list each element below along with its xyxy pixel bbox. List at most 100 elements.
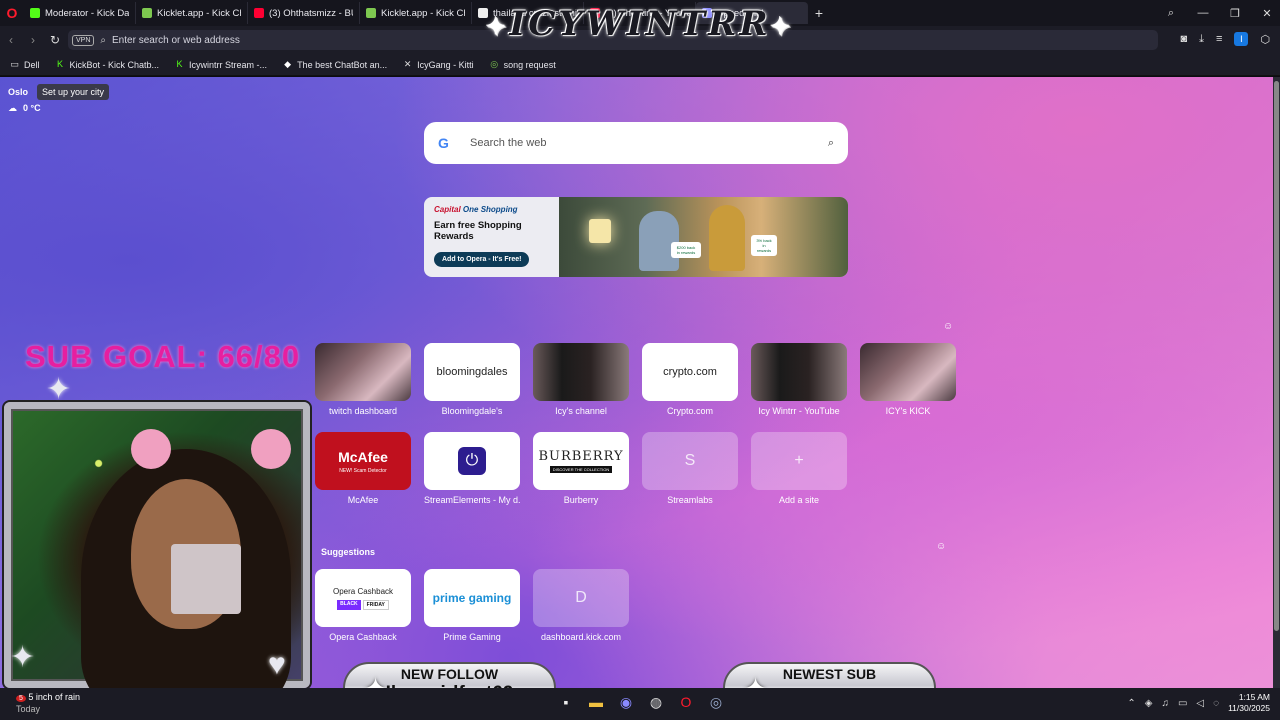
tile-thumbnail: D (533, 569, 629, 627)
tab-1[interactable]: Kicklet.app - Kick Chat (136, 2, 248, 24)
speed-dial-tile[interactable]: Ddashboard.kick.com (533, 569, 629, 642)
speed-dial-tile[interactable]: twitch dashboard (315, 343, 411, 416)
tile-label: McAfee (347, 495, 379, 505)
stream-overlay-title: ✦ICYWINTRR✦ (470, 4, 810, 54)
tab-2[interactable]: (3) Ohthatsmizz - BU (248, 2, 360, 24)
easy-setup-icon[interactable]: ≡ (1216, 33, 1222, 45)
bookmark-item[interactable]: ◆ The best ChatBot an... (283, 60, 387, 70)
security-icon[interactable]: ◈ (1145, 698, 1153, 709)
speed-dial-tile[interactable]: BURBERRY DISCOVER THE COLLECTION Burberry (533, 432, 629, 505)
tab-favicon-icon (254, 8, 264, 18)
tile-thumbnail (751, 343, 847, 401)
bookmark-item[interactable]: ▭ Dell (10, 60, 39, 70)
minimize-button[interactable]: — (1196, 7, 1210, 19)
promo-image: $200 back in rewards 3% back in rewards (559, 197, 848, 277)
tile-thumbnail: bloomingdales (424, 343, 520, 401)
opera-menu-icon[interactable]: O (0, 0, 24, 26)
profile-avatar[interactable]: I (1234, 32, 1249, 46)
bookmark-label: song request (503, 59, 556, 70)
search-icon[interactable]: ⌕ (828, 137, 834, 150)
close-button[interactable]: ✕ (1260, 7, 1274, 20)
weather-line1: 5 inch of rain (28, 692, 80, 702)
reload-button[interactable]: ↻ (44, 33, 66, 47)
network-icon[interactable]: ◌ (1213, 698, 1219, 709)
discord-icon[interactable]: ◉ (618, 694, 634, 711)
taskbar-weather[interactable]: 5 5 inch of rain Today (16, 692, 80, 715)
web-search-input[interactable] (470, 137, 828, 149)
tile-logo: S (684, 452, 696, 469)
vpn-badge[interactable]: VPN (72, 34, 95, 46)
search-icon: ⌕ (100, 34, 107, 46)
cloud-icon: ☁ (8, 103, 17, 113)
volume-icon[interactable]: ◁ (1196, 698, 1204, 709)
search-tabs-icon[interactable]: ⌕ (1164, 7, 1178, 20)
bookmark-item[interactable]: K Icywintrr Stream -... (175, 59, 268, 70)
file-explorer-icon[interactable]: ▬ (588, 694, 604, 711)
promo-add-button[interactable]: Add to Opera - It's Free! (434, 252, 530, 267)
kick-icon: K (176, 59, 183, 69)
microphone-icon[interactable]: ♫ (1161, 698, 1169, 709)
web-search-box[interactable]: G ⌕ (424, 122, 848, 164)
forward-button[interactable]: › (22, 33, 44, 47)
download-icon[interactable]: ⤓ (1199, 33, 1204, 46)
tile-logo: + (794, 452, 804, 469)
weather-city: Oslo (8, 87, 29, 97)
tile-logo: prime gaming (432, 591, 512, 605)
promo-tag: 3% back in rewards (751, 235, 777, 256)
speed-dial-tile[interactable]: Icy's channel (533, 343, 629, 416)
smile-icon[interactable]: ☺ (943, 321, 953, 332)
maximize-button[interactable]: ❐ (1228, 7, 1242, 20)
tile-logo: BURBERRY (538, 449, 624, 464)
address-input[interactable] (112, 34, 413, 46)
sparkle-icon: ✦ (770, 12, 794, 41)
speed-dial-tile[interactable]: ICY's KICK (860, 343, 956, 416)
obs-icon[interactable]: ◍ (648, 694, 664, 711)
chevron-up-icon[interactable]: ⌃ (1127, 698, 1135, 709)
promo-brand-b: One Shopping (462, 205, 518, 214)
extensions-icon[interactable]: ⬡ (1260, 33, 1270, 46)
opera-icon[interactable]: O (678, 694, 694, 711)
bookmark-item[interactable]: ✕ IcyGang - Kitti (403, 60, 474, 70)
weather-line2: Today (16, 704, 41, 714)
weather-widget[interactable]: Oslo ☁ 0 °C (8, 87, 41, 114)
tab-0[interactable]: Moderator - Kick Dashbo (24, 2, 136, 24)
speed-dial-tile[interactable]: ⏻ StreamElements - My d... (424, 432, 520, 505)
display-icon[interactable]: ▭ (1178, 698, 1187, 709)
speed-dial-tile[interactable]: crypto.com Crypto.com (642, 343, 738, 416)
tab-favicon-icon (142, 8, 152, 18)
speed-dial-tile[interactable]: + Add a site (751, 432, 847, 505)
scrollbar-thumb[interactable] (1274, 81, 1279, 631)
bookmark-item[interactable]: K KickBot - Kick Chatb... (56, 60, 159, 70)
clock-date: 11/30/2025 (1228, 703, 1270, 713)
new-tab-button[interactable]: + (808, 5, 830, 21)
webcam-ear (131, 429, 171, 469)
promo-banner[interactable]: Capital One Shopping Earn free Shopping … (424, 197, 848, 277)
speed-dial-tile[interactable]: bloomingdales Bloomingdale's (424, 343, 520, 416)
heart-icon: ♥ (268, 648, 286, 681)
speed-dial-tile[interactable]: Icy Wintrr - YouTube (751, 343, 847, 416)
setup-city-tooltip[interactable]: Set up your city (37, 84, 110, 100)
tile-label: ICY's KICK (885, 406, 931, 416)
back-button[interactable]: ‹ (0, 33, 22, 47)
bookmark-label: The best ChatBot an... (297, 59, 388, 70)
speed-dial-tile[interactable]: S Streamlabs (642, 432, 738, 505)
tab-3[interactable]: Kicklet.app - Kick Chatbot (360, 2, 472, 24)
smile-icon[interactable]: ☺ (936, 541, 946, 552)
page-scrollbar[interactable] (1273, 77, 1280, 688)
taskbar-clock[interactable]: 1:15 AM 11/30/2025 (1228, 692, 1270, 714)
tile-label: StreamElements - My d... (424, 495, 520, 505)
speed-dial-tile[interactable]: prime gaming Prime Gaming (424, 569, 520, 642)
suggestions-title: Suggestions (321, 547, 376, 557)
tile-label: Bloomingdale's (441, 406, 503, 416)
camera-icon[interactable]: ◙ (1180, 33, 1187, 45)
steam-icon[interactable]: ◎ (708, 694, 724, 711)
speed-dial-tile[interactable]: Opera Cashback BLACK FRIDAY Opera Cashback (315, 569, 411, 642)
tile-thumbnail: crypto.com (642, 343, 738, 401)
start-icon[interactable]: ▪ (558, 694, 574, 711)
tile-label: dashboard.kick.com (540, 632, 622, 642)
bookmark-item[interactable]: ◎ song request (490, 59, 556, 70)
tile-thumbnail: + (751, 432, 847, 490)
taskbar-apps: ▪ ▬ ◉ ◍ O ◎ (558, 694, 724, 711)
speed-dial-tile[interactable]: McAfee NEW! Scam Detector McAfee (315, 432, 411, 505)
badge-friday: FRIDAY (362, 599, 389, 610)
